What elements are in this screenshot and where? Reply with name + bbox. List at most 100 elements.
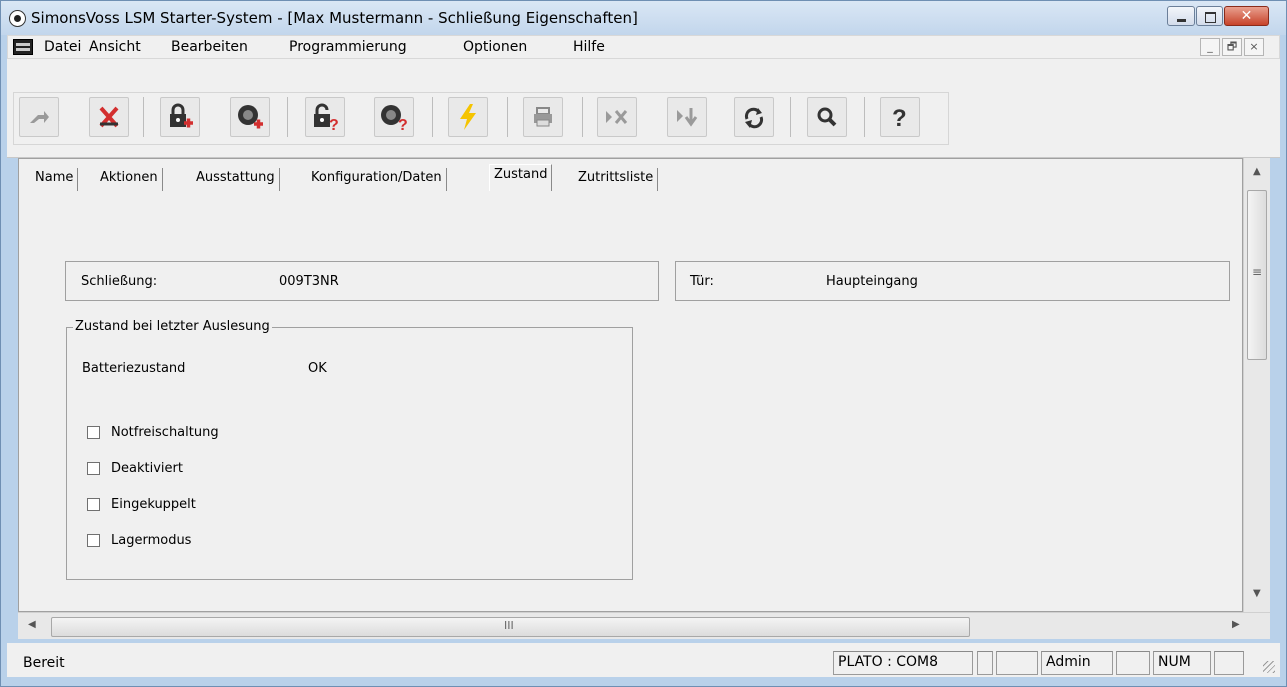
lock-info-box: Schließung: 009T3NR (65, 261, 659, 301)
lightning-icon (460, 104, 476, 130)
mdi-minimize-button[interactable]: _ (1200, 38, 1220, 56)
notfreischaltung-checkbox-row[interactable]: Notfreischaltung (87, 425, 219, 440)
checkbox-label: Lagermodus (111, 533, 192, 548)
scroll-right-icon[interactable]: ▶ (1232, 619, 1240, 630)
toolbar-separator (864, 97, 865, 137)
port-status: PLATO : COM8 (833, 651, 973, 675)
tab-name[interactable]: Name (31, 168, 79, 191)
scroll-down-icon[interactable]: ▼ (1253, 588, 1261, 599)
lock-query-button[interactable]: ? (305, 97, 345, 137)
door-value: Haupteingang (826, 274, 918, 289)
mdi-restore-button[interactable]: 🗗 (1222, 38, 1242, 56)
menu-ansicht[interactable]: Ansicht (89, 39, 141, 55)
window-title: SimonsVoss LSM Starter-System - [Max Mus… (31, 9, 638, 27)
door-info-box: Tür: Haupteingang (675, 261, 1230, 301)
lock-value: 009T3NR (279, 274, 339, 289)
menu-hilfe[interactable]: Hilfe (573, 39, 605, 55)
toolbar-separator (507, 97, 508, 137)
door-label: Tür: (690, 274, 714, 289)
app-window: SimonsVoss LSM Starter-System - [Max Mus… (0, 0, 1287, 687)
skip-cross-button[interactable] (597, 97, 637, 137)
tab-aktionen[interactable]: Aktionen (96, 168, 163, 191)
search-icon (817, 107, 837, 127)
new-transponder-button[interactable] (230, 97, 270, 137)
svg-text:?: ? (398, 117, 408, 131)
empty-status-cell (1116, 651, 1150, 675)
scroll-left-icon[interactable]: ◀ (28, 619, 36, 630)
lock-query-icon: ? (314, 103, 339, 131)
tab-ausstattung[interactable]: Ausstattung (192, 168, 280, 191)
new-transponder-icon (238, 105, 263, 129)
menu-bearbeiten[interactable]: Bearbeiten (171, 39, 248, 55)
deaktiviert-checkbox[interactable] (87, 462, 100, 475)
print-icon (534, 107, 552, 127)
eingekuppelt-checkbox-row[interactable]: Eingekuppelt (87, 497, 196, 512)
toolbar-separator (432, 97, 433, 137)
grip-icon: III (504, 619, 514, 632)
vertical-scroll-thumb[interactable]: ≡ (1247, 190, 1267, 360)
skip-down-icon (677, 108, 698, 127)
status-text: Bereit (23, 655, 65, 671)
close-icon: ✕ (1240, 8, 1253, 24)
svg-text:?: ? (329, 117, 339, 131)
program-button[interactable] (448, 97, 488, 137)
toolbar: ? ? ? (7, 59, 1280, 158)
eingekuppelt-checkbox[interactable] (87, 498, 100, 511)
empty-status-cell (996, 651, 1038, 675)
deaktiviert-checkbox-row[interactable]: Deaktiviert (87, 461, 183, 476)
toolbar-separator (287, 97, 288, 137)
toolbar-separator (790, 97, 791, 137)
new-lock-button[interactable] (160, 97, 200, 137)
checkbox-label: Notfreischaltung (111, 425, 219, 440)
skip-cross-icon (606, 110, 628, 124)
transponder-query-button[interactable]: ? (374, 97, 414, 137)
delete-cross-icon (99, 106, 119, 128)
status-bar: Bereit PLATO : COM8 Admin NUM (7, 643, 1280, 677)
battery-value: OK (308, 361, 327, 376)
maximize-button[interactable] (1196, 6, 1223, 26)
tab-zustand[interactable]: Zustand (489, 164, 553, 191)
svg-text:?: ? (892, 105, 907, 130)
notfreischaltung-checkbox[interactable] (87, 426, 100, 439)
battery-label: Batteriezustand (82, 361, 186, 376)
scroll-up-icon[interactable]: ▲ (1253, 166, 1261, 177)
skip-down-button[interactable] (667, 97, 707, 137)
toolbar-separator (582, 97, 583, 137)
checkbox-label: Eingekuppelt (111, 497, 196, 512)
menu-programmierung[interactable]: Programmierung (289, 39, 407, 55)
tab-konfiguration-daten[interactable]: Konfiguration/Daten (307, 168, 447, 191)
numlock-status: NUM (1153, 651, 1211, 675)
refresh-icon (744, 107, 764, 129)
empty-status-cell (1214, 651, 1244, 675)
search-button[interactable] (807, 97, 847, 137)
menu-datei[interactable]: Datei (44, 39, 81, 55)
lagermodus-checkbox[interactable] (87, 534, 100, 547)
tab-strip: Name Aktionen Ausstattung Konfiguration/… (19, 159, 1242, 199)
menu-optionen[interactable]: Optionen (463, 39, 527, 55)
close-button[interactable]: ✕ (1224, 6, 1269, 26)
properties-panel: Name Aktionen Ausstattung Konfiguration/… (18, 158, 1243, 612)
transponder-query-icon: ? (381, 105, 408, 131)
toolbar-separator (143, 97, 144, 137)
minimize-button[interactable] (1167, 6, 1195, 26)
forward-button[interactable] (19, 97, 59, 137)
help-button[interactable]: ? (880, 97, 920, 137)
document-menu-icon[interactable] (13, 39, 33, 55)
grip-icon: ≡ (1252, 265, 1263, 279)
print-button[interactable] (523, 97, 563, 137)
tab-zutrittsliste[interactable]: Zutrittsliste (574, 168, 659, 191)
vertical-scrollbar[interactable]: ▲ ≡ ▼ (1243, 158, 1270, 612)
empty-status-cell (977, 651, 993, 675)
help-icon: ? (892, 105, 907, 130)
horizontal-scrollbar[interactable]: ◀ III ▶ (18, 612, 1270, 639)
app-icon[interactable] (9, 10, 26, 27)
title-bar[interactable]: SimonsVoss LSM Starter-System - [Max Mus… (1, 1, 1286, 35)
refresh-button[interactable] (734, 97, 774, 137)
lagermodus-checkbox-row[interactable]: Lagermodus (87, 533, 191, 548)
mdi-close-button[interactable]: × (1244, 38, 1264, 56)
resize-grip-icon[interactable] (1263, 661, 1275, 673)
delete-button[interactable] (89, 97, 129, 137)
checkbox-label: Deaktiviert (111, 461, 183, 476)
user-status: Admin (1041, 651, 1113, 675)
horizontal-scroll-thumb[interactable]: III (51, 617, 970, 637)
